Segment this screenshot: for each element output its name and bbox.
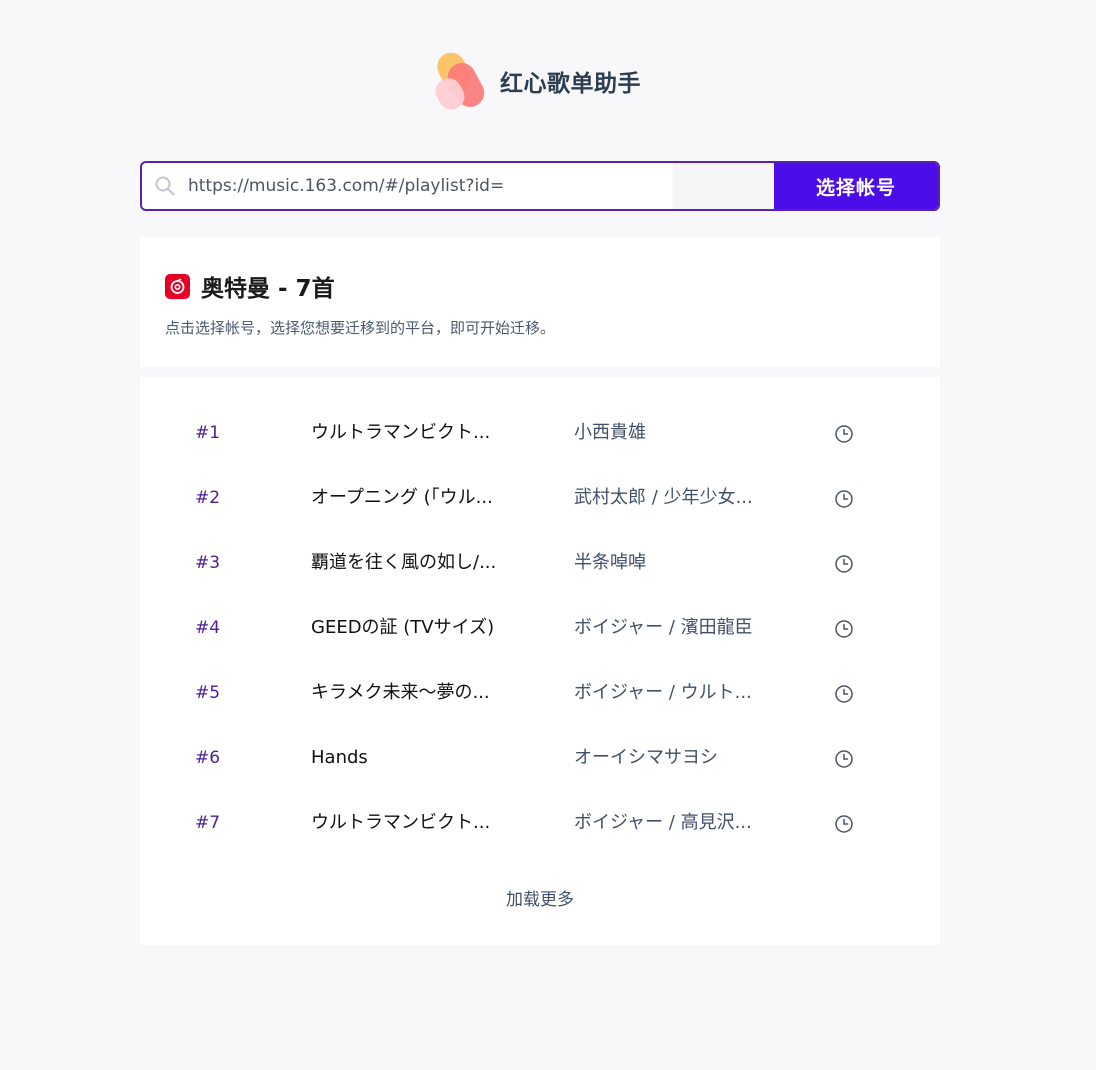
track-row[interactable]: #4 GEEDの証 (TVサイズ) ボイジャー / 濱田龍臣: [140, 608, 940, 648]
track-artist: 小西貴雄: [574, 422, 646, 443]
track-number: #6: [195, 748, 221, 768]
playlist-url-input[interactable]: [188, 163, 504, 209]
track-artist: ボイジャー / 濱田龍臣: [574, 617, 753, 638]
playlist-heading: 奥特曼 - 7首: [165, 269, 335, 303]
track-number: #5: [195, 683, 221, 703]
playlist-info-card: 奥特曼 - 7首 点击选择帐号，选择您想要迁移到的平台，即可开始迁移。: [140, 237, 940, 367]
track-number: #1: [195, 423, 221, 443]
track-row[interactable]: #1 ウルトラマンビクト... 小西貴雄: [140, 413, 940, 453]
brand-header: 红心歌单助手: [434, 50, 641, 112]
clock-icon[interactable]: [834, 554, 854, 574]
clock-icon[interactable]: [834, 749, 854, 769]
track-number: #4: [195, 618, 221, 638]
playlist-title: 奥特曼 - 7首: [201, 276, 335, 302]
search-icon: [142, 163, 188, 209]
track-number: #2: [195, 488, 221, 508]
track-artist: 武村太郎 / 少年少女...: [574, 487, 753, 508]
redacted-area: [504, 163, 774, 209]
load-more-button[interactable]: 加载更多: [140, 885, 940, 910]
track-title: 覇道を往く風の如し/...: [311, 552, 497, 573]
track-artist: 半条啅啅: [574, 552, 646, 573]
track-row[interactable]: #3 覇道を往く風の如し/... 半条啅啅: [140, 543, 940, 583]
track-artist: オーイシマサヨシ: [574, 747, 718, 768]
select-account-button[interactable]: 选择帐号: [774, 163, 938, 209]
track-row[interactable]: #6 Hands オーイシマサヨシ: [140, 738, 940, 778]
track-title: キラメク未来～夢の...: [311, 682, 490, 703]
clock-icon[interactable]: [834, 619, 854, 639]
track-title: ウルトラマンビクト...: [311, 812, 491, 833]
playlist-url-bar: 选择帐号: [140, 161, 940, 211]
track-number: #7: [195, 813, 221, 833]
track-title: GEEDの証 (TVサイズ): [311, 617, 495, 638]
track-row[interactable]: #5 キラメク未来～夢の... ボイジャー / ウルト...: [140, 673, 940, 713]
track-number: #3: [195, 553, 221, 573]
track-row[interactable]: #2 オープニング (「ウル... 武村太郎 / 少年少女...: [140, 478, 940, 518]
clock-icon[interactable]: [834, 814, 854, 834]
netease-music-icon: [165, 273, 190, 299]
clock-icon[interactable]: [834, 684, 854, 704]
track-artist: ボイジャー / ウルト...: [574, 682, 752, 703]
track-title: Hands: [311, 747, 368, 768]
clock-icon[interactable]: [834, 424, 854, 444]
track-artist: ボイジャー / 高見沢...: [574, 812, 752, 833]
migration-hint: 点击选择帐号，选择您想要迁移到的平台，即可开始迁移。: [165, 319, 556, 337]
app-logo-icon: [434, 50, 488, 112]
track-list: #1 ウルトラマンビクト... 小西貴雄 #2 オープニング (「ウル... 武…: [140, 377, 940, 945]
track-title: ウルトラマンビクト...: [311, 422, 491, 443]
app-title: 红心歌单助手: [500, 71, 641, 97]
track-row[interactable]: #7 ウルトラマンビクト... ボイジャー / 高見沢...: [140, 803, 940, 843]
clock-icon[interactable]: [834, 489, 854, 509]
track-title: オープニング (「ウル...: [311, 487, 493, 508]
